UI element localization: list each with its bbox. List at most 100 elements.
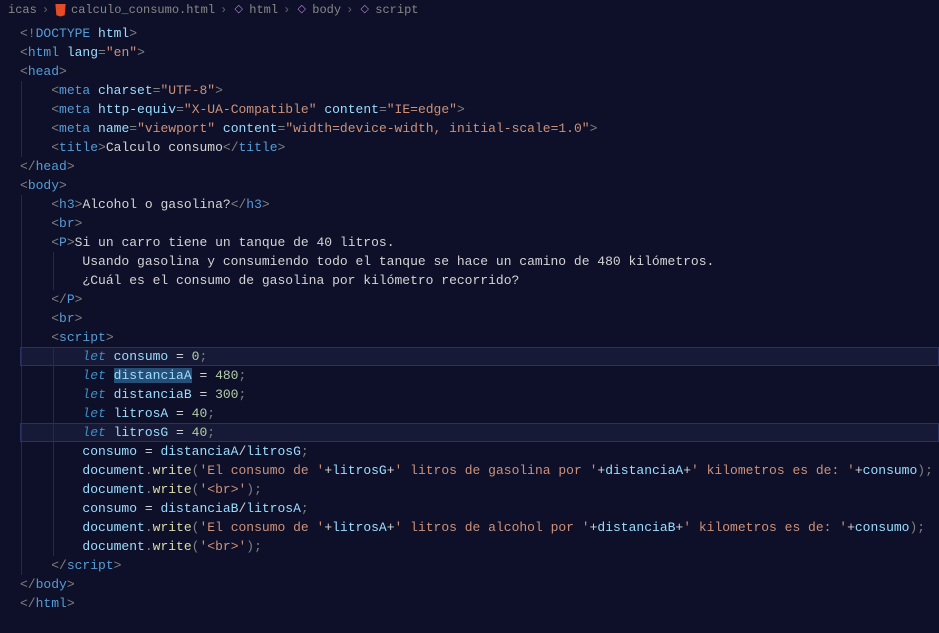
code-token: < xyxy=(51,197,59,212)
code-line[interactable]: <title>Calculo consumo</title> xyxy=(20,138,939,157)
code-token: title xyxy=(239,140,278,155)
code-token: let xyxy=(82,349,105,364)
code-token: < xyxy=(51,83,59,98)
code-line[interactable]: <body> xyxy=(20,176,939,195)
code-token: DOCTYPE xyxy=(36,26,91,41)
code-line[interactable]: <script> xyxy=(20,328,939,347)
code-token: "X-UA-Compatible" xyxy=(184,102,317,117)
code-token: < xyxy=(51,330,59,345)
code-line[interactable]: Usando gasolina y consumiendo todo el ta… xyxy=(20,252,939,271)
code-token: = xyxy=(379,102,387,117)
code-token: http-equiv xyxy=(90,102,176,117)
code-token: body xyxy=(28,178,59,193)
code-token: litrosA xyxy=(106,406,168,421)
code-token: distanciaA xyxy=(605,463,683,478)
code-line[interactable]: </script> xyxy=(20,556,939,575)
breadcrumb[interactable]: icas › calculo_consumo.html › ◇ html › ◇… xyxy=(0,0,939,20)
code-line[interactable]: <meta charset="UTF-8"> xyxy=(20,81,939,100)
code-token: > xyxy=(106,330,114,345)
code-line[interactable]: let consumo = 0; xyxy=(20,347,939,366)
code-line[interactable]: document.write('<br>'); xyxy=(20,480,939,499)
code-token: > xyxy=(67,577,75,592)
code-line[interactable]: </head> xyxy=(20,157,939,176)
code-token: + xyxy=(387,463,395,478)
breadcrumb-segment-html[interactable]: ◇ html xyxy=(232,1,278,20)
code-line[interactable]: <meta http-equiv="X-UA-Compatible" conte… xyxy=(20,100,939,119)
code-token: distanciaB xyxy=(597,520,675,535)
code-token: '<br>' xyxy=(199,482,246,497)
code-token: ; xyxy=(207,406,215,421)
code-line[interactable]: <meta name="viewport" content="width=dev… xyxy=(20,119,939,138)
code-token: > xyxy=(590,121,598,136)
code-line[interactable]: document.write('El consumo de '+litrosA+… xyxy=(20,518,939,537)
code-token: ); xyxy=(917,463,933,478)
code-token: Calculo consumo xyxy=(106,140,223,155)
code-token: </ xyxy=(223,140,239,155)
code-token: </ xyxy=(20,596,36,611)
code-token: 480 xyxy=(215,368,238,383)
code-token: br xyxy=(59,311,75,326)
code-line[interactable]: <br> xyxy=(20,309,939,328)
breadcrumb-folder[interactable]: icas xyxy=(8,1,37,20)
code-token: content xyxy=(317,102,379,117)
code-token: = xyxy=(137,501,160,516)
code-token: let xyxy=(82,406,105,421)
code-token: "en" xyxy=(106,45,137,60)
code-line[interactable]: consumo = distanciaB/litrosA; xyxy=(20,499,939,518)
code-token: P xyxy=(59,235,67,250)
structure-icon: ◇ xyxy=(358,4,371,17)
code-token: "viewport" xyxy=(137,121,215,136)
code-line[interactable]: <h3>Alcohol o gasolina?</h3> xyxy=(20,195,939,214)
code-line[interactable]: </body> xyxy=(20,575,939,594)
code-token: ; xyxy=(238,368,246,383)
code-token: litrosG xyxy=(106,425,168,440)
code-token: body xyxy=(36,577,67,592)
code-token: ); xyxy=(246,539,262,554)
code-line[interactable]: let litrosA = 40; xyxy=(20,404,939,423)
code-token: write xyxy=(153,482,192,497)
breadcrumb-file[interactable]: calculo_consumo.html xyxy=(54,1,215,20)
code-token: consumo xyxy=(106,349,168,364)
code-token: < xyxy=(51,102,59,117)
code-token: "IE=edge" xyxy=(387,102,457,117)
code-token: html xyxy=(36,596,67,611)
code-token: </ xyxy=(51,292,67,307)
code-line[interactable]: <!DOCTYPE html> xyxy=(20,24,939,43)
code-line[interactable]: </html> xyxy=(20,594,939,613)
code-token: > xyxy=(114,558,122,573)
code-token: let xyxy=(82,387,105,402)
code-line[interactable]: <html lang="en"> xyxy=(20,43,939,62)
breadcrumb-segment-script[interactable]: ◇ script xyxy=(358,1,418,20)
code-token: ¿Cuál es el consumo de gasolina por kiló… xyxy=(82,273,519,288)
code-token: consumo xyxy=(863,463,918,478)
code-token: . xyxy=(145,520,153,535)
code-line[interactable]: document.write('El consumo de '+litrosG+… xyxy=(20,461,939,480)
code-line[interactable]: document.write('<br>'); xyxy=(20,537,939,556)
breadcrumb-segment-body[interactable]: ◇ body xyxy=(295,1,341,20)
code-token: br xyxy=(59,216,75,231)
code-token: = xyxy=(168,406,191,421)
code-line[interactable]: let distanciaA = 480; xyxy=(20,366,939,385)
code-editor[interactable]: <!DOCTYPE html><html lang="en"><head> <m… xyxy=(0,20,939,633)
code-line[interactable]: <br> xyxy=(20,214,939,233)
code-line[interactable]: <head> xyxy=(20,62,939,81)
code-token: < xyxy=(51,121,59,136)
code-token: ; xyxy=(238,387,246,402)
code-token: head xyxy=(28,64,59,79)
code-line[interactable]: consumo = distanciaA/litrosG; xyxy=(20,442,939,461)
code-line[interactable]: let distanciaB = 300; xyxy=(20,385,939,404)
code-token: ); xyxy=(246,482,262,497)
code-token: ' litros de alcohol por ' xyxy=(395,520,590,535)
code-token: < xyxy=(51,140,59,155)
code-token: > xyxy=(75,216,83,231)
code-line[interactable]: let litrosG = 40; xyxy=(20,423,939,442)
code-token: content xyxy=(215,121,277,136)
code-token: document xyxy=(82,463,144,478)
code-token: litrosG xyxy=(246,444,301,459)
code-line[interactable]: </P> xyxy=(20,290,939,309)
code-line[interactable]: ¿Cuál es el consumo de gasolina por kiló… xyxy=(20,271,939,290)
code-line[interactable]: <P>Si un carro tiene un tanque de 40 lit… xyxy=(20,233,939,252)
code-token: write xyxy=(153,539,192,554)
code-token: ); xyxy=(909,520,925,535)
code-token: litrosG xyxy=(332,463,387,478)
